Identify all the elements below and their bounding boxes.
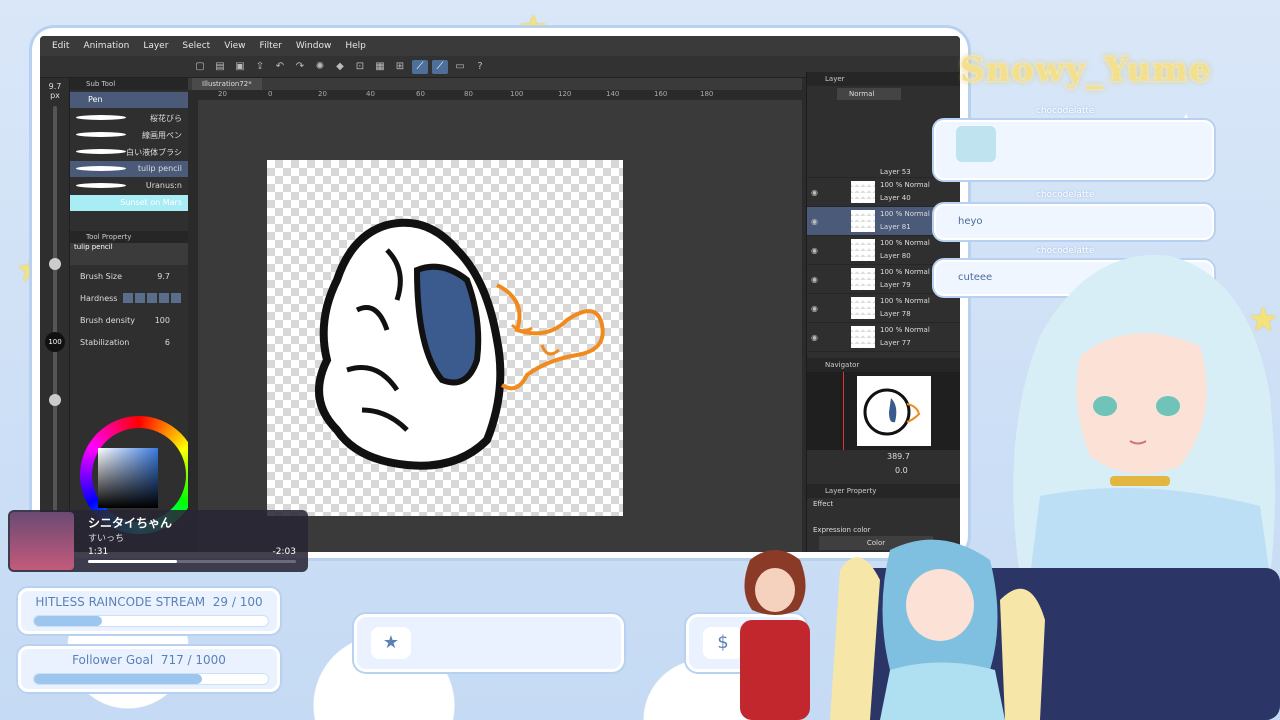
artwork-drawing: [315, 218, 605, 470]
menu-bar: Edit Animation Layer Select View Filter …: [40, 36, 960, 56]
opacity-readout: 100: [45, 332, 65, 352]
chat-message: [934, 120, 1214, 180]
zoom-readout[interactable]: 389.7: [887, 452, 910, 461]
goal-widget-raincode: HITLESS RAINCODE STREAM 29 / 100: [18, 588, 280, 634]
star-icon: ★: [371, 627, 411, 659]
pen-group-item[interactable]: Pen: [70, 92, 188, 108]
stabilization-row[interactable]: Stabilization 6: [70, 331, 188, 353]
brush-item[interactable]: Sunset on Mars: [70, 195, 188, 211]
eye-icon[interactable]: ◉: [811, 333, 818, 342]
menu-window[interactable]: Window: [296, 41, 332, 51]
menu-help[interactable]: Help: [345, 41, 366, 51]
color-square[interactable]: [98, 448, 158, 508]
menu-view[interactable]: View: [224, 41, 245, 51]
crop-icon[interactable]: ⊞: [392, 60, 408, 74]
remaining-time: -2:03: [272, 547, 296, 557]
brush-size-row[interactable]: Brush Size 9.7: [70, 265, 188, 287]
canvas-area: Illustration72* 20 0 20 40 60 80 100 120…: [188, 78, 802, 552]
drawing-canvas[interactable]: [267, 160, 623, 516]
eye-icon[interactable]: ◉: [811, 217, 818, 226]
fill-icon[interactable]: ◆: [332, 60, 348, 74]
emote-image: [956, 126, 996, 162]
menu-filter[interactable]: Filter: [260, 41, 282, 51]
vtuber-avatar: [1013, 255, 1275, 576]
goal-progress-bar: [33, 615, 269, 627]
rotation-readout[interactable]: 0.0: [895, 466, 908, 475]
chat-username: chocodelatte: [1036, 106, 1095, 116]
layer-property-header: Layer Property: [807, 484, 960, 498]
save-icon[interactable]: ▣: [232, 60, 248, 74]
layer-list: Layer 53 ◉ 100 % Normal Layer 40 ◉ 100 % No…: [807, 168, 960, 352]
song-progress-bar: [88, 560, 296, 563]
document-icon[interactable]: ▭: [452, 60, 468, 74]
density-row[interactable]: Brush density 100: [70, 309, 188, 331]
eye-icon[interactable]: ◉: [811, 246, 818, 255]
chibi-character-red: [740, 550, 810, 720]
goal-progress-bar: [33, 673, 269, 685]
navigator-preview[interactable]: [807, 372, 960, 450]
horizontal-ruler: 20 0 20 40 60 80 100 120 140 160 180: [188, 90, 802, 100]
clear-icon[interactable]: ▦: [372, 60, 388, 74]
menu-edit[interactable]: Edit: [52, 41, 69, 51]
open-file-icon[interactable]: ▤: [212, 60, 228, 74]
now-playing-widget: シニタイちゃん すいっち 1:31 -2:03: [8, 510, 308, 572]
eye-icon[interactable]: ◉: [811, 275, 818, 284]
effect-label: Effect: [813, 500, 834, 508]
chibi-character-blue: [830, 539, 1045, 720]
document-tab[interactable]: Illustration72*: [192, 78, 262, 90]
help-icon[interactable]: ?: [472, 60, 488, 74]
vertical-ruler: [188, 100, 198, 552]
blend-mode-select[interactable]: Normal: [837, 88, 901, 100]
new-file-icon[interactable]: ▢: [192, 60, 208, 74]
hardness-row[interactable]: Hardness: [70, 287, 188, 309]
loading-icon[interactable]: ✺: [312, 60, 328, 74]
tool-name: tulip pencil: [70, 243, 188, 265]
brush-item[interactable]: 線画用ペン: [70, 127, 188, 143]
brush-item[interactable]: 白い液体ブラシ: [70, 144, 188, 160]
undo-icon[interactable]: ↶: [272, 60, 288, 74]
song-title: シニタイちゃん: [88, 516, 173, 530]
brush-size-strip: 9.7 px 100: [40, 78, 70, 552]
layer-row[interactable]: ◉ 100 % Normal Layer 78: [807, 294, 960, 323]
clip-studio-window: Edit Animation Layer Select View Filter …: [40, 36, 960, 552]
chat-message: heyo: [934, 204, 1214, 240]
menu-select[interactable]: Select: [182, 41, 210, 51]
layer-row[interactable]: ◉ 100 % Normal Layer 77: [807, 323, 960, 352]
song-artist: すいっち: [88, 534, 125, 544]
album-art: [10, 512, 74, 570]
brush-item-selected[interactable]: tulip pencil: [70, 161, 188, 177]
menu-layer[interactable]: Layer: [143, 41, 168, 51]
layer-row[interactable]: ◉ 100 % Normal Layer 40: [807, 178, 960, 207]
menu-animation[interactable]: Animation: [83, 41, 129, 51]
goal-label: HITLESS RAINCODE STREAM 29 / 100: [35, 595, 263, 609]
layer-row[interactable]: ◉ 100 % Normal Layer 80: [807, 236, 960, 265]
brush-item[interactable]: 桜花びら: [70, 110, 188, 126]
navigator-frame-line: [843, 372, 844, 450]
brush-size-readout: 9.7 px: [48, 82, 62, 100]
snap-special-icon[interactable]: ⟋: [432, 59, 448, 74]
eye-icon[interactable]: ◉: [811, 304, 818, 313]
brush-item[interactable]: Uranus:n: [70, 178, 188, 194]
elapsed-time: 1:31: [88, 547, 109, 557]
navigator-thumbnail: [857, 376, 931, 446]
sub-tool-header: Sub Tool: [70, 78, 188, 90]
opacity-knob[interactable]: [49, 394, 61, 406]
redo-icon[interactable]: ↷: [292, 60, 308, 74]
transform-icon[interactable]: ⊡: [352, 60, 368, 74]
chat-username: chocodelatte: [1036, 190, 1095, 200]
goal-label: Follower Goal 717 / 1000: [72, 653, 226, 667]
brush-size-slider[interactable]: [53, 106, 57, 546]
layer-panel-header: Layer: [807, 72, 960, 86]
eye-icon[interactable]: ◉: [811, 188, 818, 197]
streamer-logo: Snowy_Yume: [960, 50, 1212, 90]
goal-widget-followers: Follower Goal 717 / 1000: [18, 646, 280, 692]
export-icon[interactable]: ⇪: [252, 60, 268, 74]
tool-property-header: Tool Property: [70, 231, 188, 243]
navigator-header: Navigator: [807, 358, 960, 372]
brush-size-knob[interactable]: [49, 258, 61, 270]
snap-ruler-icon[interactable]: ⟋: [412, 59, 428, 74]
overlay-box: ★: [354, 614, 624, 672]
